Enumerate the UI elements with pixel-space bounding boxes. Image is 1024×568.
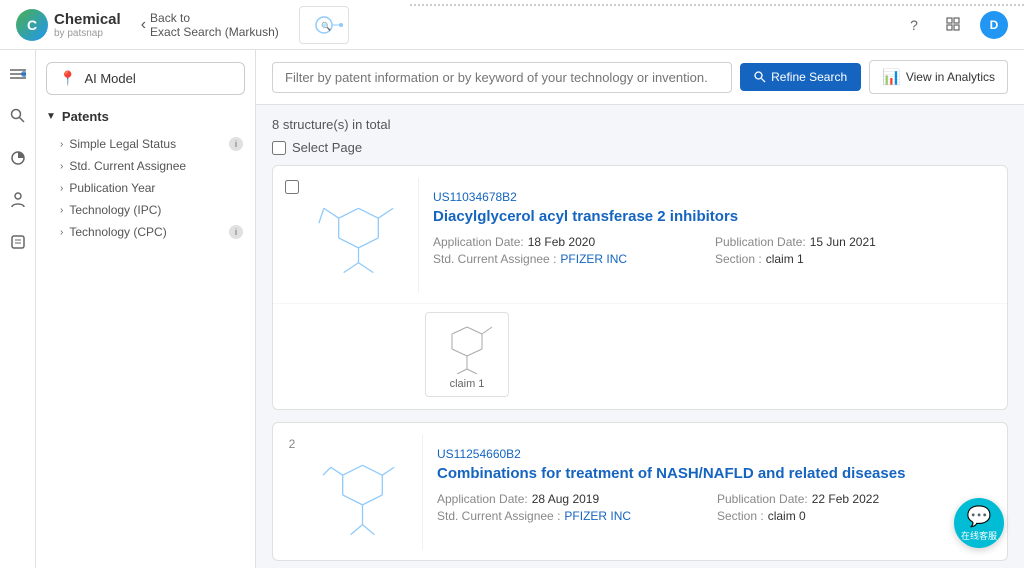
logo-text: Chemical by patsnap — [54, 11, 121, 39]
molecule-structure-1b — [432, 319, 502, 374]
result-card-2: 2 — [272, 422, 1008, 561]
back-arrow-icon: ‹ — [141, 16, 146, 34]
menu-icon — [10, 68, 26, 80]
sidebar-icon-search[interactable] — [4, 102, 32, 130]
chevron-right-icon-5: › — [60, 227, 63, 238]
filter-section-publication-year: › Publication Year — [46, 178, 245, 198]
chat-icon: 💬 — [967, 504, 992, 529]
results-area: 8 structure(s) in total Select Page — [256, 105, 1024, 568]
app-name: Chemical — [54, 11, 121, 28]
card-2-content: 2 — [273, 423, 1007, 560]
filter-item-ipc[interactable]: › Technology (IPC) — [46, 200, 245, 220]
card-2-number: 2 — [281, 435, 303, 451]
card-1-app-date: Application Date: 18 Feb 2020 — [433, 235, 699, 249]
ai-model-button[interactable]: 📍 AI Model — [46, 62, 245, 95]
header: C Chemical by patsnap ‹ Back to Exact Se… — [0, 0, 1024, 50]
filter-item-legal-status[interactable]: › Simple Legal Status i — [46, 134, 245, 154]
card-1-expanded-image-box: claim 1 — [425, 312, 509, 397]
filter-section-assignee: › Std. Current Assignee — [46, 156, 245, 176]
card-1-patent-meta: Application Date: 18 Feb 2020 Publicatio… — [433, 235, 981, 266]
card-2-app-date: Application Date: 28 Aug 2019 — [437, 492, 701, 506]
card-1-content: US11034678B2 Diacylglycerol acyl transfe… — [273, 166, 1007, 303]
patents-header[interactable]: ▼ Patents — [46, 109, 245, 124]
refine-search-button[interactable]: Refine Search — [740, 63, 861, 91]
molecule-preview-svg: 🔍 — [304, 9, 344, 41]
top-bar: Refine Search 📊 View in Analytics — [256, 50, 1024, 105]
location-pin-icon: 📍 — [59, 70, 76, 87]
card-2-section: Section : claim 0 — [717, 509, 981, 523]
list-icon — [10, 234, 26, 250]
info-badge-legal: i — [229, 137, 243, 151]
molecule-preview[interactable]: 🔍 — [299, 6, 349, 44]
filter-section-ipc: › Technology (IPC) — [46, 200, 245, 220]
filter-panel: 📍 AI Model ▼ Patents › Simple Legal Stat… — [36, 50, 256, 568]
chevron-down-icon: ▼ — [46, 111, 56, 122]
molecule-structure-2 — [313, 445, 412, 540]
person-icon — [11, 192, 25, 208]
patents-section: ▼ Patents — [46, 109, 245, 124]
analytics-icon: 📊 — [882, 68, 901, 86]
sidebar-icon-menu[interactable] — [4, 60, 32, 88]
card-2-patent-title[interactable]: Combinations for treatment of NASH/NAFLD… — [437, 465, 981, 482]
chevron-right-icon: › — [60, 139, 63, 150]
app-logo-icon[interactable]: C — [16, 9, 48, 41]
filter-section-legal-status: › Simple Legal Status i — [46, 134, 245, 154]
card-2-pub-date: Publication Date: 22 Feb 2022 — [717, 492, 981, 506]
sidebar-icon-person[interactable] — [4, 186, 32, 214]
card-1-patent-title[interactable]: Diacylglycerol acyl transferase 2 inhibi… — [433, 208, 981, 225]
header-left: C Chemical by patsnap ‹ Back to Exact Se… — [16, 6, 349, 44]
chevron-right-icon-4: › — [60, 205, 63, 216]
filter-item-assignee[interactable]: › Std. Current Assignee — [46, 156, 245, 176]
card-1-assignee: Std. Current Assignee : PFIZER INC — [433, 252, 699, 266]
molecule-structure-1 — [309, 188, 408, 283]
left-icon-sidebar — [0, 50, 36, 568]
chevron-right-icon-3: › — [60, 183, 63, 194]
result-card-1: US11034678B2 Diacylglycerol acyl transfe… — [272, 165, 1008, 410]
card-2-patent-id[interactable]: US11254660B2 — [437, 447, 981, 461]
card-1-patent-id[interactable]: US11034678B2 — [433, 190, 981, 204]
card-1-section: Section : claim 1 — [715, 252, 981, 266]
main-layout: 📍 AI Model ▼ Patents › Simple Legal Stat… — [0, 50, 1024, 568]
select-page-label[interactable]: Select Page — [292, 140, 362, 155]
content-area: Refine Search 📊 View in Analytics 8 stru… — [256, 50, 1024, 568]
card-2-assignee: Std. Current Assignee : PFIZER INC — [437, 509, 701, 523]
search-icon-small — [754, 71, 766, 83]
chat-widget[interactable]: 💬 在线客服 — [954, 498, 1004, 548]
select-page-row: Select Page — [272, 140, 1008, 155]
card-2-patent-meta: Application Date: 28 Aug 2019 Publicatio… — [437, 492, 981, 523]
select-page-checkbox[interactable] — [272, 141, 286, 155]
card-2-body: US11254660B2 Combinations for treatment … — [423, 435, 995, 535]
grid-button[interactable] — [940, 11, 968, 39]
card-2-image — [303, 435, 423, 550]
card-1-checkbox[interactable] — [285, 180, 299, 194]
card-1-expanded-images: claim 1 — [273, 303, 1007, 409]
back-text: Back to Exact Search (Markush) — [150, 11, 279, 39]
view-analytics-button[interactable]: 📊 View in Analytics — [869, 60, 1008, 94]
info-badge-cpc: i — [229, 225, 243, 239]
filter-item-publication-year[interactable]: › Publication Year — [46, 178, 245, 198]
search-input[interactable] — [272, 62, 732, 93]
card-1-checkbox-area — [281, 178, 299, 194]
dotted-line — [410, 4, 1024, 6]
filter-item-cpc[interactable]: › Technology (CPC) i — [46, 222, 245, 242]
grid-icon — [946, 17, 962, 33]
sidebar-icon-pie[interactable] — [4, 144, 32, 172]
app-sub: by patsnap — [54, 28, 121, 39]
help-button[interactable]: ? — [900, 11, 928, 39]
search-icon — [10, 108, 26, 124]
card-1-image — [299, 178, 419, 293]
header-right: ? D — [900, 11, 1008, 39]
filter-section-cpc: › Technology (CPC) i — [46, 222, 245, 242]
chevron-right-icon-2: › — [60, 161, 63, 172]
card-1-pub-date: Publication Date: 15 Jun 2021 — [715, 235, 981, 249]
sidebar-icon-list[interactable] — [4, 228, 32, 256]
svg-text:🔍: 🔍 — [321, 21, 331, 31]
logo-area: C Chemical by patsnap — [16, 9, 121, 41]
card-1-body: US11034678B2 Diacylglycerol acyl transfe… — [419, 178, 995, 278]
results-count: 8 structure(s) in total — [272, 117, 1008, 132]
back-button[interactable]: ‹ Back to Exact Search (Markush) — [133, 7, 287, 43]
pie-icon — [10, 150, 26, 166]
user-avatar[interactable]: D — [980, 11, 1008, 39]
